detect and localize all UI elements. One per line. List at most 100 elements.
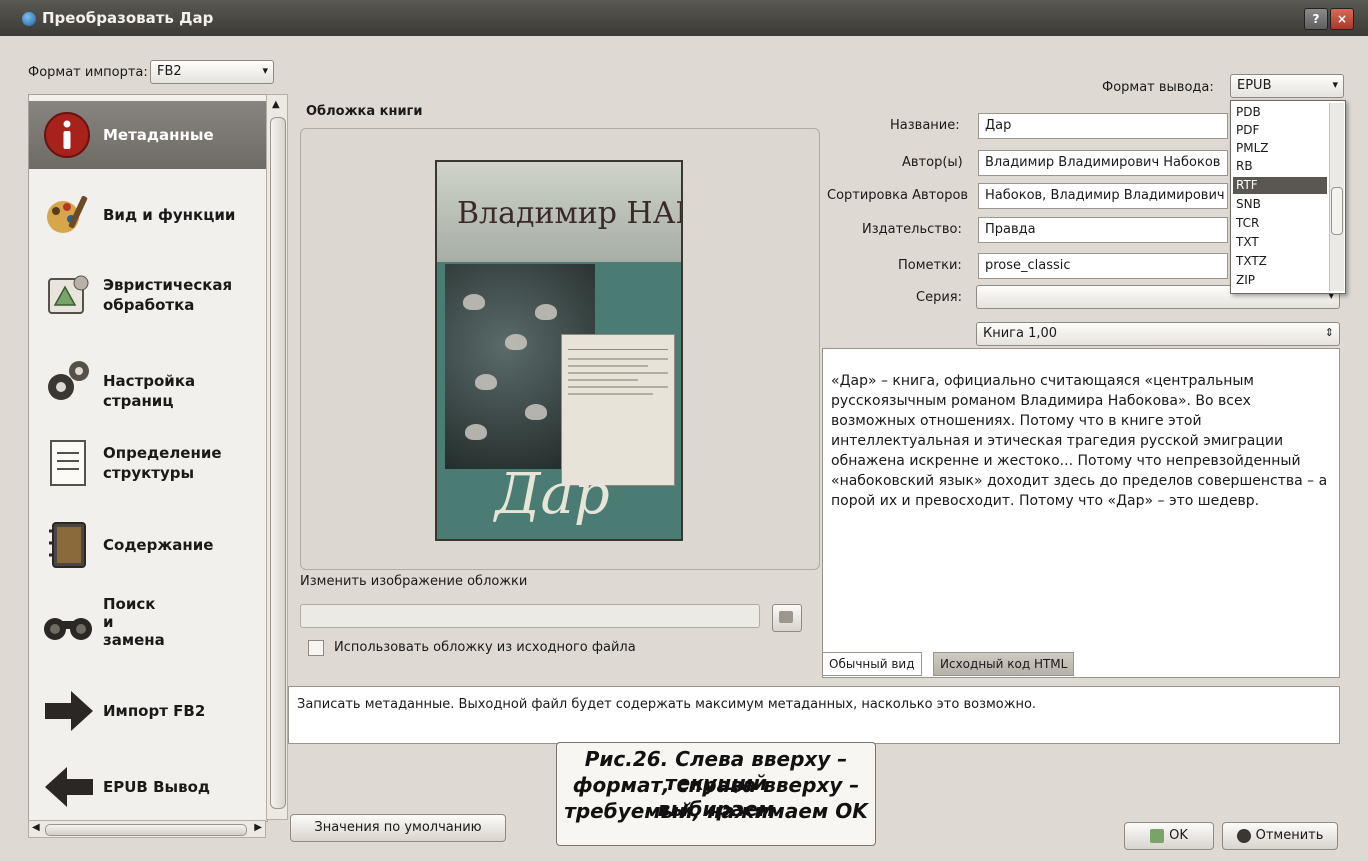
- cover-author: Владимир НАБОКОВ: [457, 196, 681, 231]
- sidebar-item-label: Содержание: [103, 536, 214, 554]
- cover-heading: Обложка книги: [306, 104, 423, 119]
- look-and-feel-icon: [47, 195, 88, 233]
- window-title: Преобразовать Дар: [42, 9, 214, 27]
- checkmark-icon: [1150, 828, 1165, 843]
- author-label: Автор(ы): [902, 155, 963, 170]
- import-format-select[interactable]: FB2 ▾: [150, 60, 274, 84]
- dropdown-option[interactable]: TXT: [1233, 234, 1327, 251]
- chevron-left-icon[interactable]: ◀: [32, 822, 40, 833]
- author-field[interactable]: Владимир Владимирович Набоков: [978, 150, 1228, 176]
- sidebar-item-structure[interactable]: Определение структуры: [29, 429, 267, 497]
- author-sort-label: Сортировка Авторов: [827, 188, 969, 203]
- cancel-button[interactable]: Отменить: [1222, 822, 1338, 850]
- title-field[interactable]: Дар: [978, 113, 1228, 139]
- cover-card-text: [568, 345, 668, 400]
- tags-field[interactable]: prose_classic: [978, 253, 1228, 279]
- import-format-value: FB2: [157, 64, 182, 79]
- dropdown-option[interactable]: PDB: [1233, 104, 1327, 121]
- text-line: [568, 379, 638, 381]
- dropdown-option[interactable]: PDF: [1233, 122, 1327, 139]
- text-line: [568, 393, 653, 395]
- chevron-down-icon: ▾: [1332, 78, 1338, 91]
- output-format-select[interactable]: EPUB ▾: [1230, 74, 1344, 98]
- sidebar-item-import-fb2[interactable]: Импорт FB2: [29, 677, 267, 745]
- scrollbar-thumb[interactable]: [270, 117, 286, 809]
- scrollbar-thumb[interactable]: [1331, 187, 1343, 235]
- dropdown-option[interactable]: PMLZ: [1233, 140, 1327, 157]
- use-source-cover-checkbox[interactable]: [308, 640, 324, 656]
- dropdown-scrollbar[interactable]: [1329, 103, 1344, 291]
- chevron-up-icon[interactable]: ▲: [272, 99, 280, 110]
- title-bar: Преобразовать Дар ? ×: [0, 0, 1368, 36]
- tab-normal-view[interactable]: Обычный вид: [822, 652, 922, 676]
- sidebar-item-page-setup[interactable]: Настройка страниц: [29, 347, 267, 415]
- sidebar-item-label: Эвристическая обработка: [103, 276, 233, 314]
- tab-html-source[interactable]: Исходный код HTML: [933, 652, 1075, 676]
- chevron-right-icon[interactable]: ▶: [254, 822, 262, 833]
- sidebar-item-heuristics[interactable]: Эвристическая обработка: [29, 261, 267, 329]
- sidebar-item-toc[interactable]: Содержание: [29, 511, 267, 579]
- text-line: [568, 358, 668, 360]
- ok-button[interactable]: OK: [1124, 822, 1214, 850]
- sidebar-item-search-replace[interactable]: Поиск и замена: [29, 589, 267, 669]
- sidebar: Метаданные Вид и функции Эвристическая о…: [28, 94, 268, 822]
- publisher-label: Издательство:: [862, 222, 962, 237]
- browse-button[interactable]: [772, 604, 802, 632]
- sidebar-item-look[interactable]: Вид и функции: [29, 181, 267, 249]
- butterfly-shape: [465, 424, 487, 440]
- sidebar-item-label: Настройка страниц: [103, 372, 196, 410]
- scrollbar-thumb[interactable]: [45, 824, 247, 836]
- text-line: [568, 386, 668, 388]
- butterfly-shape: [463, 294, 485, 310]
- folder-icon: [779, 611, 793, 623]
- output-format-value: EPUB: [1237, 78, 1272, 93]
- restore-defaults-button[interactable]: Значения по умолчанию: [290, 814, 506, 842]
- info-icon: [44, 112, 90, 158]
- dropdown-option[interactable]: ZIP: [1233, 272, 1327, 289]
- convert-dialog: Преобразовать Дар ? × Формат импорта: FB…: [0, 0, 1368, 861]
- sidebar-horizontal-scrollbar[interactable]: ◀ ▶: [28, 820, 266, 838]
- sidebar-item-label: Определение структуры: [103, 444, 222, 482]
- spin-arrows-icon: ⇕: [1324, 326, 1334, 339]
- series-label: Серия:: [916, 290, 962, 305]
- dropdown-option[interactable]: TCR: [1233, 215, 1327, 232]
- cover-title-art: Дар: [495, 462, 610, 527]
- tags-label: Пометки:: [898, 258, 962, 273]
- dropdown-option[interactable]: RB: [1233, 158, 1327, 175]
- title-label: Название:: [890, 118, 960, 133]
- publisher-field[interactable]: Правда: [978, 217, 1228, 243]
- book-number-spinner[interactable]: Книга 1,00 ⇕: [976, 322, 1340, 346]
- dropdown-option[interactable]: TXTZ: [1233, 253, 1327, 270]
- import-format-label: Формат импорта:: [28, 65, 148, 80]
- dropdown-option-selected[interactable]: RTF: [1233, 177, 1327, 194]
- butterfly-shape: [535, 304, 557, 320]
- help-button[interactable]: ?: [1304, 8, 1328, 30]
- text-line: [568, 365, 648, 367]
- heuristics-icon: [48, 275, 89, 314]
- dropdown-option[interactable]: SNB: [1233, 196, 1327, 213]
- cover-image: Владимир НАБОКОВ Дар: [435, 160, 683, 541]
- butterfly-shape: [525, 404, 547, 420]
- comment-editor[interactable]: «Дар» – книга, официально считающаяся «ц…: [822, 348, 1340, 678]
- author-sort-field[interactable]: Набоков, Владимир Владимирович: [978, 183, 1228, 209]
- search-replace-icon: [44, 618, 92, 640]
- cover-path-field[interactable]: [300, 604, 760, 628]
- book-number-value: Книга 1,00: [983, 326, 1058, 341]
- use-source-cover-label: Использовать обложку из исходного файла: [334, 640, 636, 655]
- ok-label: OK: [1169, 828, 1188, 843]
- close-button[interactable]: ×: [1330, 8, 1354, 30]
- cancel-label: Отменить: [1255, 828, 1324, 843]
- butterfly-shape: [475, 374, 497, 390]
- comment-text: «Дар» – книга, официально считающаяся «ц…: [831, 373, 1328, 509]
- sidebar-vertical-scrollbar[interactable]: ▲: [266, 94, 288, 820]
- page-setup-icon: [48, 361, 89, 400]
- cancel-icon: [1236, 828, 1251, 843]
- app-icon: [22, 12, 36, 26]
- caption-line: требуемый, нажимаем OK: [564, 799, 868, 823]
- structure-icon: [50, 440, 86, 486]
- sidebar-item-epub-output[interactable]: EPUB Вывод: [29, 753, 267, 821]
- rule: [568, 345, 668, 350]
- sidebar-item-metadata[interactable]: Метаданные: [29, 101, 267, 169]
- text-line: [568, 372, 668, 374]
- butterfly-shape: [505, 334, 527, 350]
